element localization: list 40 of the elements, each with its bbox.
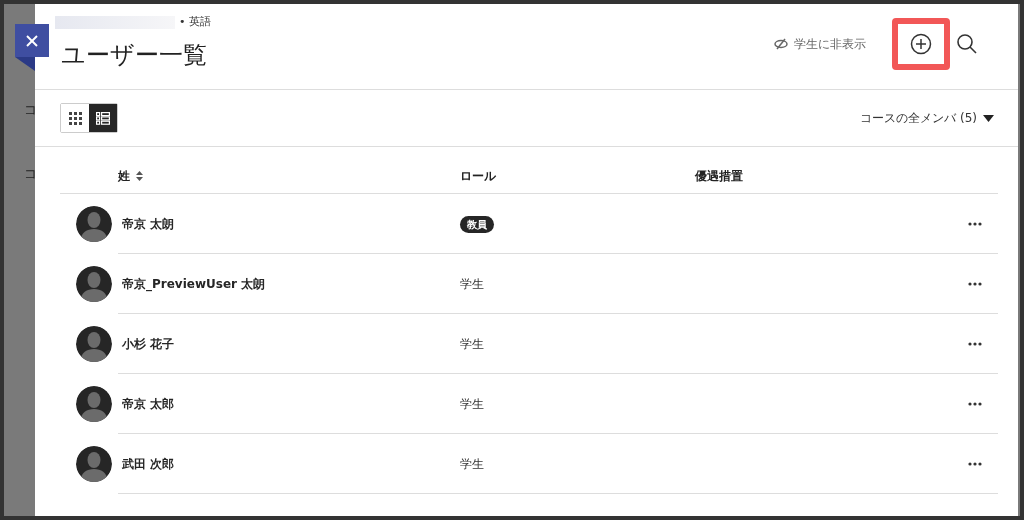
grid-icon [68, 111, 82, 125]
avatar-icon [76, 386, 112, 422]
close-icon [25, 33, 39, 48]
role-text: 学生 [460, 396, 484, 413]
close-button[interactable] [15, 24, 49, 57]
user-name[interactable]: 武田 次郎 [122, 455, 175, 473]
avatar-icon [76, 206, 112, 242]
background-text: コ [24, 164, 35, 183]
role-text: 学生 [460, 336, 484, 353]
role-badge: 教員 [460, 215, 494, 233]
breadcrumb: • 英語 [179, 14, 211, 30]
more-options-icon[interactable] [968, 222, 982, 226]
visibility-label[interactable]: 学生に非表示 [794, 35, 866, 53]
role-text: 学生 [460, 276, 484, 293]
user-name[interactable]: 帝京 太朗 [122, 215, 175, 233]
user-name[interactable]: 小杉 花子 [122, 335, 175, 353]
more-options-icon[interactable] [968, 342, 982, 346]
background-text: コ [24, 101, 35, 119]
ribbon-fold-icon [15, 57, 35, 71]
filter-dropdown[interactable]: コースの全メンバ (5) [860, 109, 994, 127]
list-view-button[interactable] [89, 104, 117, 132]
role-text: 学生 [460, 456, 484, 473]
more-options-icon[interactable] [968, 402, 982, 406]
avatar-icon [76, 446, 112, 482]
avatar-icon [76, 326, 112, 362]
page-title: ユーザー一覧 [61, 39, 208, 71]
eye-slash-icon [774, 38, 788, 50]
search-icon[interactable] [956, 33, 978, 55]
avatar-icon [76, 266, 112, 302]
caret-icon [983, 114, 994, 122]
add-icon[interactable] [910, 33, 932, 55]
more-options-icon[interactable] [968, 282, 982, 286]
column-header: 優遇措置 [695, 168, 743, 185]
user-name[interactable]: 帝京_PreviewUser 太朗 [122, 275, 266, 293]
sort-icon[interactable] [136, 171, 143, 181]
column-header[interactable]: 姓 [118, 167, 130, 185]
list-icon [96, 111, 110, 125]
more-options-icon[interactable] [968, 462, 982, 466]
column-header: ロール [460, 168, 496, 185]
user-name[interactable]: 帝京 太郎 [122, 395, 175, 413]
